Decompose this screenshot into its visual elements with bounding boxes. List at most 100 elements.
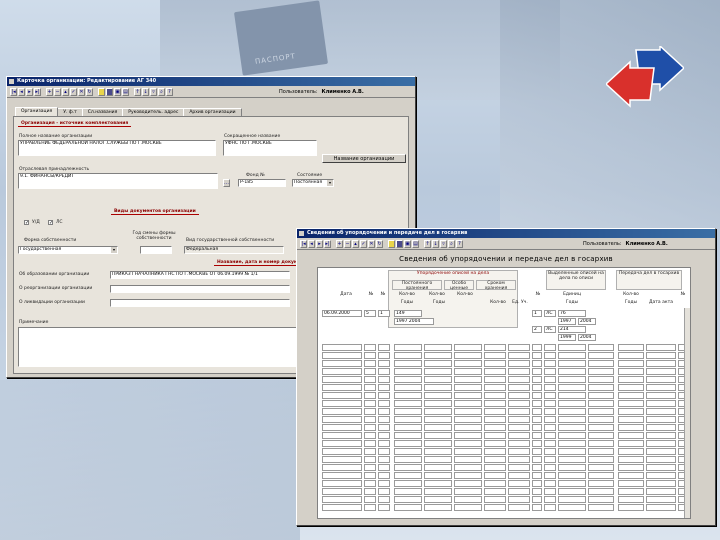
window1-titlebar[interactable]: Карточка организации: Редактирование АГ … bbox=[7, 77, 415, 86]
fund-field[interactable]: Р-185 bbox=[238, 179, 286, 187]
folder-icon[interactable] bbox=[388, 239, 395, 248]
refresh-icon[interactable]: ↻ bbox=[86, 87, 93, 96]
empty-cell[interactable] bbox=[454, 456, 482, 463]
empty-cell[interactable] bbox=[558, 368, 586, 375]
check-ls[interactable]: ✓ bbox=[48, 220, 53, 226]
empty-cell[interactable] bbox=[378, 440, 390, 447]
empty-cell[interactable] bbox=[364, 480, 376, 487]
empty-cell[interactable] bbox=[532, 464, 542, 471]
state-ownership-select[interactable]: Федеральная bbox=[184, 246, 284, 254]
empty-cell[interactable] bbox=[544, 360, 556, 367]
empty-cell[interactable] bbox=[322, 416, 362, 423]
empty-cell[interactable] bbox=[544, 384, 556, 391]
empty-cell[interactable] bbox=[322, 352, 362, 359]
empty-cell[interactable] bbox=[364, 448, 376, 455]
empty-cell[interactable] bbox=[544, 368, 556, 375]
empty-cell[interactable] bbox=[618, 368, 644, 375]
empty-cell[interactable] bbox=[484, 504, 506, 511]
empty-cell[interactable] bbox=[508, 472, 530, 479]
state-select[interactable]: Постоянная ▾ bbox=[292, 179, 334, 187]
empty-cell[interactable] bbox=[364, 464, 376, 471]
empty-cell[interactable] bbox=[484, 400, 506, 407]
empty-cell[interactable] bbox=[508, 464, 530, 471]
empty-cell[interactable] bbox=[646, 400, 676, 407]
empty-cell[interactable] bbox=[394, 368, 422, 375]
empty-cell[interactable] bbox=[588, 488, 614, 495]
empty-cell[interactable] bbox=[424, 496, 452, 503]
empty-cell[interactable] bbox=[454, 416, 482, 423]
empty-cell[interactable] bbox=[508, 400, 530, 407]
empty-cell[interactable] bbox=[588, 432, 614, 439]
empty-cell[interactable] bbox=[454, 344, 482, 351]
empty-cell[interactable] bbox=[532, 480, 542, 487]
empty-cell[interactable] bbox=[558, 416, 586, 423]
empty-cell[interactable] bbox=[588, 456, 614, 463]
empty-cell[interactable] bbox=[618, 488, 644, 495]
empty-cell[interactable] bbox=[424, 424, 452, 431]
empty-cell[interactable] bbox=[558, 400, 586, 407]
empty-cell[interactable] bbox=[364, 456, 376, 463]
full-name-field[interactable]: УПРАВЛЕНИЕ ФЕДЕРАЛЬНОЙ НАЛОГ.СЛУЖБЫ ПО Г… bbox=[18, 140, 216, 156]
window2-titlebar[interactable]: Сведения об упорядочении и передаче дел … bbox=[297, 229, 715, 238]
empty-cell[interactable] bbox=[378, 352, 390, 359]
cell-r-opis-2[interactable]: 2 bbox=[532, 326, 542, 333]
empty-cell[interactable] bbox=[508, 376, 530, 383]
empty-cell[interactable] bbox=[394, 464, 422, 471]
empty-cell[interactable] bbox=[454, 360, 482, 367]
cell-date-1[interactable]: 06.09.2000 bbox=[322, 310, 362, 317]
print-icon[interactable] bbox=[396, 239, 403, 248]
empty-cell[interactable] bbox=[322, 448, 362, 455]
liquidation-field[interactable] bbox=[110, 299, 290, 307]
empty-cell[interactable] bbox=[558, 424, 586, 431]
empty-cell[interactable] bbox=[424, 400, 452, 407]
empty-cell[interactable] bbox=[588, 472, 614, 479]
empty-cell[interactable] bbox=[532, 496, 542, 503]
empty-cell[interactable] bbox=[646, 384, 676, 391]
copy-icon[interactable]: ▣ bbox=[404, 239, 411, 248]
search-icon[interactable]: ⌕ bbox=[448, 239, 455, 248]
empty-cell[interactable] bbox=[484, 368, 506, 375]
empty-cell[interactable] bbox=[588, 416, 614, 423]
empty-cell[interactable] bbox=[588, 360, 614, 367]
empty-cell[interactable] bbox=[378, 480, 390, 487]
empty-cell[interactable] bbox=[322, 408, 362, 415]
empty-cell[interactable] bbox=[424, 384, 452, 391]
empty-cell[interactable] bbox=[508, 488, 530, 495]
first-record-icon[interactable]: |◂ bbox=[300, 239, 307, 248]
cell-r-from-2[interactable]: 1999 bbox=[558, 334, 576, 341]
edit-record-icon[interactable]: ▴ bbox=[352, 239, 359, 248]
ownership-change-field[interactable] bbox=[140, 246, 172, 254]
empty-cell[interactable] bbox=[378, 456, 390, 463]
empty-cell[interactable] bbox=[378, 496, 390, 503]
empty-cell[interactable] bbox=[544, 392, 556, 399]
empty-cell[interactable] bbox=[394, 352, 422, 359]
empty-cell[interactable] bbox=[544, 488, 556, 495]
empty-cell[interactable] bbox=[378, 384, 390, 391]
filter-icon[interactable]: ▿ bbox=[150, 87, 157, 96]
empty-cell[interactable] bbox=[588, 392, 614, 399]
empty-cell[interactable] bbox=[618, 504, 644, 511]
last-record-icon[interactable]: ▸| bbox=[34, 87, 41, 96]
empty-cell[interactable] bbox=[618, 440, 644, 447]
empty-cell[interactable] bbox=[558, 344, 586, 351]
cell-opis-1[interactable]: 1 bbox=[378, 310, 390, 317]
empty-cell[interactable] bbox=[454, 392, 482, 399]
empty-cell[interactable] bbox=[532, 488, 542, 495]
first-record-icon[interactable]: |◂ bbox=[10, 87, 17, 96]
empty-cell[interactable] bbox=[378, 376, 390, 383]
empty-cell[interactable] bbox=[508, 496, 530, 503]
paste-icon[interactable]: ▤ bbox=[122, 87, 129, 96]
save-record-icon[interactable]: ✓ bbox=[360, 239, 367, 248]
empty-cell[interactable] bbox=[646, 504, 676, 511]
empty-cell[interactable] bbox=[532, 368, 542, 375]
add-record-icon[interactable]: + bbox=[46, 87, 53, 96]
cell-r-kind-2[interactable]: ЛС bbox=[544, 326, 556, 333]
empty-cell[interactable] bbox=[544, 448, 556, 455]
empty-cell[interactable] bbox=[484, 344, 506, 351]
empty-cell[interactable] bbox=[484, 496, 506, 503]
empty-cell[interactable] bbox=[424, 472, 452, 479]
empty-cell[interactable] bbox=[532, 352, 542, 359]
archive-transfer-window[interactable]: Сведения об упорядочении и передаче дел … bbox=[296, 228, 716, 526]
short-name-field[interactable]: УФНС ПО Г.МОСКВЕ bbox=[223, 140, 317, 156]
branch-field[interactable]: 9.1. ФИНАНСЫ/КРЕДИТ bbox=[18, 173, 218, 189]
